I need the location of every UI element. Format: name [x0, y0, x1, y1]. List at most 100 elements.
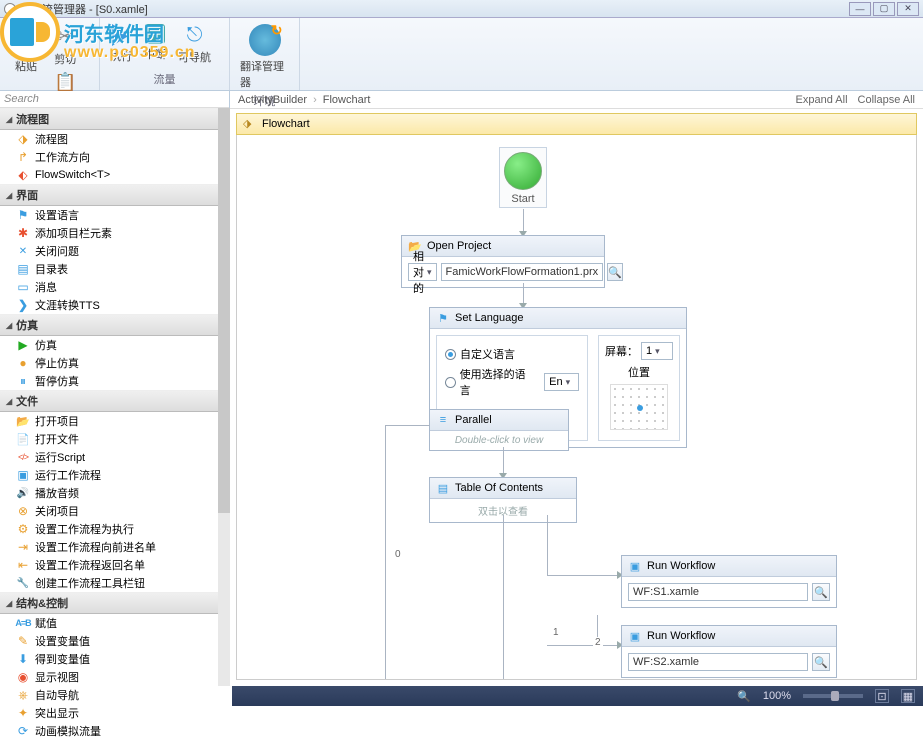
flowchart-canvas[interactable]: Start Open Project 相对的 FamicWorkFlowForm…: [236, 135, 917, 680]
stop-button[interactable]: 中断: [140, 22, 170, 64]
item-set-wf-exec[interactable]: 设置工作流程为执行: [0, 520, 229, 538]
project-path-input[interactable]: FamicWorkFlowFormation1.prx: [441, 263, 604, 281]
item-tts[interactable]: 文涯转换TTS: [0, 296, 229, 314]
collapse-all-link[interactable]: Collapse All: [858, 94, 915, 106]
item-close-project[interactable]: 关闭项目: [0, 502, 229, 520]
workflow-file-input[interactable]: WF:S2.xamle: [628, 653, 808, 671]
translate-manager-button[interactable]: 翻译管理器: [236, 22, 293, 92]
breadcrumb-current[interactable]: Flowchart: [323, 94, 371, 106]
assign-icon: [16, 616, 30, 630]
run-button[interactable]: 执行: [106, 22, 136, 66]
screen-select[interactable]: 1: [641, 342, 673, 360]
item-open-project[interactable]: 打开项目: [0, 412, 229, 430]
start-circle-icon: [504, 152, 542, 190]
ribbon-group-env: 翻译管理器 环境: [230, 18, 300, 90]
paste-button[interactable]: 粘贴: [6, 22, 46, 76]
position-grid[interactable]: [610, 384, 668, 430]
branch-label-1: 1: [551, 627, 561, 638]
expand-all-link[interactable]: Expand All: [796, 94, 848, 106]
item-run-workflow[interactable]: 运行工作流程: [0, 466, 229, 484]
item-anim-flow[interactable]: 动画模拟流量: [0, 722, 229, 740]
item-get-variable[interactable]: 得到变量值: [0, 650, 229, 668]
overview-button[interactable]: ▦: [901, 689, 915, 703]
custom-language-radio[interactable]: [445, 349, 456, 360]
connector: [385, 425, 386, 680]
branch-label-2: 2: [593, 637, 603, 648]
item-set-variable[interactable]: 设置变量值: [0, 632, 229, 650]
item-highlight[interactable]: 突出显示: [0, 704, 229, 722]
category-simulation[interactable]: 仿真: [0, 314, 229, 336]
search-input[interactable]: Search: [0, 91, 229, 108]
item-create-toolbar[interactable]: 创建工作流程工具栏钮: [0, 574, 229, 592]
item-set-wf-forward[interactable]: 设置工作流程向前进名单: [0, 538, 229, 556]
sidebar-scrollbar[interactable]: [218, 108, 230, 686]
language-select[interactable]: En: [544, 373, 579, 391]
close-icon: [16, 244, 30, 258]
script-icon: [16, 450, 30, 464]
item-open-file[interactable]: 打开文件: [0, 430, 229, 448]
category-structure[interactable]: 结构&控制: [0, 592, 229, 614]
branch-label-0: 0: [393, 549, 403, 560]
zoom-slider[interactable]: [803, 694, 863, 698]
paste-icon: [10, 24, 42, 56]
connector: [429, 425, 430, 426]
item-set-wf-return[interactable]: 设置工作流程返回名单: [0, 556, 229, 574]
parallel-node[interactable]: Parallel Double-click to view: [429, 409, 569, 451]
designer-area: ActivityBuilder › Flowchart Expand All C…: [230, 91, 923, 686]
item-close-question[interactable]: 关闭问题: [0, 242, 229, 260]
cut-icon: [57, 24, 74, 49]
item-show-view[interactable]: 显示视图: [0, 668, 229, 686]
item-run-script[interactable]: 运行Script: [0, 448, 229, 466]
category-ui[interactable]: 界面: [0, 184, 229, 206]
start-node[interactable]: Start: [499, 147, 547, 208]
chevron-right-icon: ›: [313, 94, 317, 106]
gear-icon: [16, 522, 30, 536]
nav-button[interactable]: 可导航: [174, 22, 215, 67]
message-icon: [16, 280, 30, 294]
item-set-language[interactable]: 设置语言: [0, 206, 229, 224]
browse-button[interactable]: 🔍: [812, 653, 830, 671]
copy-icon: [54, 72, 76, 93]
ribbon-group-clipboard: 粘贴 剪切 复制 剪切板: [0, 18, 100, 90]
minimize-button[interactable]: —: [849, 2, 871, 16]
set-var-icon: [16, 634, 30, 648]
item-flowchart[interactable]: 流程图: [0, 130, 229, 148]
magnifier-icon[interactable]: 🔍: [737, 690, 751, 703]
tts-icon: [16, 298, 30, 312]
item-add-toolbar-element[interactable]: 添加项目栏元素: [0, 224, 229, 242]
flag-icon: [436, 311, 450, 325]
category-flowchart[interactable]: 流程图: [0, 108, 229, 130]
maximize-button[interactable]: ▢: [873, 2, 895, 16]
item-flowswitch[interactable]: FlowSwitch<T>: [0, 166, 229, 184]
scrollbar-thumb[interactable]: [218, 108, 230, 513]
connector: [503, 447, 504, 475]
forward-icon: [16, 540, 30, 554]
ribbon-group-label: 流量: [106, 70, 223, 88]
selected-language-radio[interactable]: [445, 377, 456, 388]
fit-to-screen-button[interactable]: ⊡: [875, 689, 889, 703]
close-button[interactable]: ✕: [897, 2, 919, 16]
item-toc[interactable]: 目录表: [0, 260, 229, 278]
category-file[interactable]: 文件: [0, 390, 229, 412]
item-auto-nav[interactable]: 自动导航: [0, 686, 229, 704]
item-stop-sim[interactable]: 停止仿真: [0, 354, 229, 372]
browse-button[interactable]: 🔍: [607, 263, 623, 281]
cut-button[interactable]: 剪切: [50, 22, 80, 69]
flowchart-title-bar[interactable]: Flowchart: [236, 113, 917, 135]
path-mode-select[interactable]: 相对的: [408, 263, 437, 281]
run-workflow-node-2[interactable]: Run Workflow WF:S2.xamle 🔍: [621, 625, 837, 678]
open-project-node[interactable]: Open Project 相对的 FamicWorkFlowFormation1…: [401, 235, 605, 288]
run-workflow-node-1[interactable]: Run Workflow WF:S1.xamle 🔍: [621, 555, 837, 608]
flowchart-icon: [243, 117, 257, 131]
item-simulate[interactable]: 仿真: [0, 336, 229, 354]
item-message[interactable]: 消息: [0, 278, 229, 296]
workflow-file-input[interactable]: WF:S1.xamle: [628, 583, 808, 601]
item-pause-sim[interactable]: 暂停仿真: [0, 372, 229, 390]
browse-button[interactable]: 🔍: [812, 583, 830, 601]
breadcrumb-root[interactable]: ActivityBuilder: [238, 94, 307, 106]
item-play-audio[interactable]: 播放音频: [0, 484, 229, 502]
stop-icon: [16, 356, 30, 370]
breadcrumb: ActivityBuilder › Flowchart Expand All C…: [230, 91, 923, 109]
item-workflow-direction[interactable]: 工作流方向: [0, 148, 229, 166]
item-assign[interactable]: 赋值: [0, 614, 229, 632]
